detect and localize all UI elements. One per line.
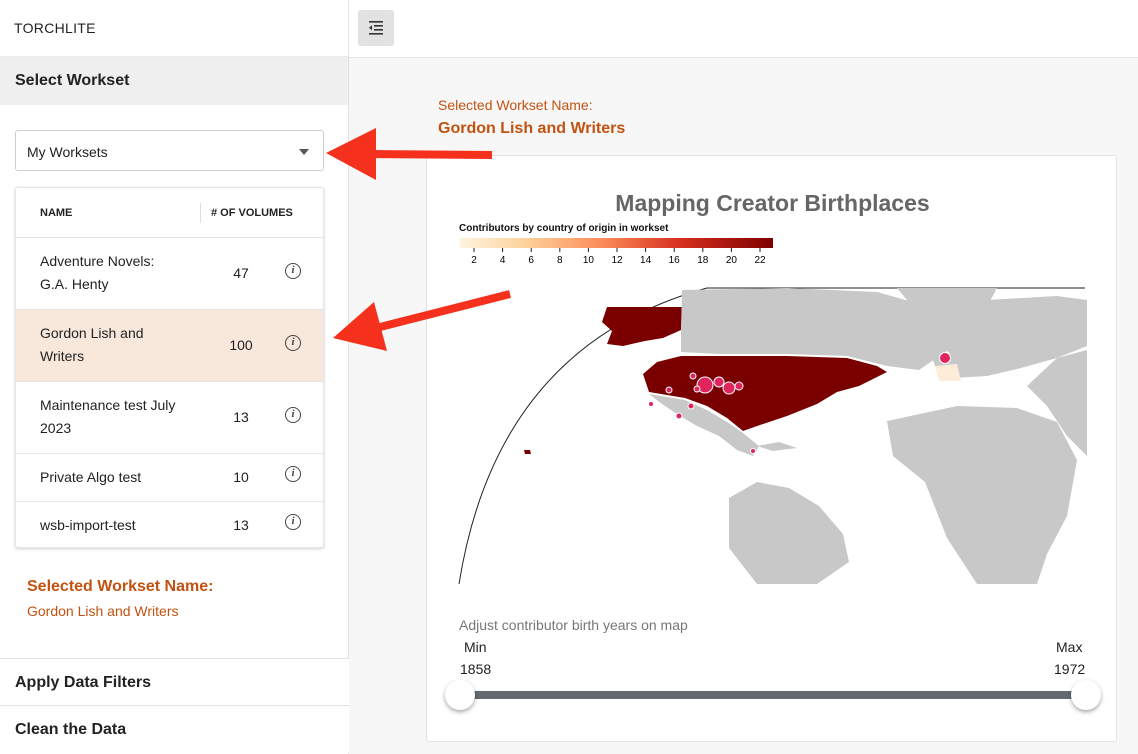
workset-name: Adventure Novels: G.A. Henty (40, 253, 155, 292)
column-header-name[interactable]: NAME (40, 207, 72, 219)
region-caribbean[interactable] (757, 442, 797, 451)
world-map-svg[interactable] (457, 286, 1087, 584)
info-icon[interactable]: i (285, 335, 301, 351)
legend-tick-label: 6 (528, 255, 534, 266)
slider-min-label: Min (464, 639, 487, 655)
main-selected-workset-label: Selected Workset Name: (438, 97, 593, 113)
selected-workset-label: Selected Workset Name: (27, 578, 214, 595)
continent-south-america[interactable] (729, 482, 849, 584)
menu-collapse-icon (369, 21, 383, 35)
top-bar (349, 0, 1138, 58)
column-header-volumes[interactable]: # OF VOLUMES (211, 207, 293, 219)
accordion-clean-the-data[interactable]: Clean the Data (0, 705, 349, 753)
slider-max-value: 1972 (1054, 661, 1086, 677)
slider-min-value: 1858 (460, 661, 492, 677)
table-header: NAME # OF VOLUMES (16, 188, 323, 238)
workset-volumes: 13 (233, 409, 249, 425)
map-title: Mapping Creator Birthplaces (615, 190, 930, 216)
info-icon[interactable]: i (285, 263, 301, 279)
country-alaska[interactable] (602, 307, 682, 346)
birthplace-marker[interactable] (675, 412, 683, 420)
sidebar: TORCHLITE Select Workset My Worksets NAM… (0, 0, 349, 754)
birthplace-marker[interactable] (687, 402, 695, 410)
select-workset-header[interactable]: Select Workset (0, 57, 348, 105)
legend-tick-label: 8 (557, 255, 563, 266)
legend-tick-label: 20 (726, 255, 738, 266)
birthplace-marker[interactable] (689, 372, 697, 380)
slider-min-thumb[interactable] (445, 680, 475, 710)
info-icon[interactable]: i (285, 514, 301, 530)
hawaii[interactable] (524, 450, 531, 454)
birthplace-marker[interactable] (939, 352, 951, 364)
legend-tick-label: 2 (471, 255, 477, 266)
selected-workset-value: Gordon Lish and Writers (27, 603, 179, 619)
birthplace-marker[interactable] (648, 401, 654, 407)
country-france[interactable] (935, 364, 961, 381)
table-row[interactable]: Adventure Novels: G.A. Henty 47 i (16, 238, 323, 310)
birth-year-slider-track[interactable] (460, 691, 1086, 699)
legend-tick-label: 10 (583, 255, 595, 266)
birthplace-marker[interactable] (750, 448, 756, 454)
workset-volumes: 13 (233, 517, 249, 533)
caret-down-icon (299, 149, 309, 155)
legend-color-scale (460, 238, 773, 248)
collapse-sidebar-button[interactable] (358, 10, 394, 46)
legend-tick-label: 14 (640, 255, 652, 266)
birthplace-marker[interactable] (665, 386, 673, 394)
legend-tick-label: 4 (500, 255, 506, 266)
workset-name: Maintenance test July 2023 (40, 397, 176, 436)
legend-title: Contributors by country of origin in wor… (459, 223, 669, 234)
slider-max-label: Max (1056, 639, 1083, 655)
workset-name: Gordon Lish and Writers (40, 325, 144, 364)
legend-tick-label: 12 (611, 255, 623, 266)
table-row[interactable]: wsb-import-test 13 i (16, 502, 323, 547)
main-selected-workset-value: Gordon Lish and Writers (438, 120, 626, 137)
map-card: Mapping Creator Birthplaces Contributors… (426, 155, 1117, 742)
info-icon[interactable]: i (285, 466, 301, 482)
workset-volumes: 47 (233, 265, 249, 281)
accordion-apply-data-filters[interactable]: Apply Data Filters (0, 658, 349, 706)
legend-tick-label: 18 (697, 255, 709, 266)
column-divider (200, 203, 201, 223)
birthplace-marker[interactable] (722, 381, 736, 395)
legend-tick-label: 22 (754, 255, 766, 266)
birthplace-marker[interactable] (713, 376, 725, 388)
legend-tick-label: 16 (669, 255, 681, 266)
workset-volumes: 10 (233, 469, 249, 485)
table-row[interactable]: Private Algo test 10 i (16, 454, 323, 502)
workset-name: Private Algo test (40, 469, 142, 485)
workset-table: NAME # OF VOLUMES Adventure Novels: G.A.… (15, 187, 324, 548)
workset-volumes: 100 (229, 337, 253, 353)
slider-max-thumb[interactable] (1071, 680, 1101, 710)
country-united-states[interactable] (643, 356, 887, 431)
birthplace-marker[interactable] (693, 385, 701, 393)
workset-dropdown[interactable]: My Worksets (15, 130, 324, 171)
table-row[interactable]: Maintenance test July 2023 13 i (16, 382, 323, 454)
workset-name: wsb-import-test (40, 517, 136, 533)
birthplace-marker[interactable] (734, 381, 744, 391)
world-map[interactable] (457, 286, 1087, 584)
workset-dropdown-value: My Worksets (27, 144, 108, 160)
slider-label: Adjust contributor birth years on map (459, 617, 688, 633)
table-row[interactable]: Gordon Lish and Writers 100 i (16, 310, 323, 382)
info-icon[interactable]: i (285, 407, 301, 423)
continent-africa[interactable] (887, 406, 1077, 584)
app-brand: TORCHLITE (0, 0, 348, 57)
legend-axis: 2 4 6 8 10 12 14 16 18 20 22 (471, 248, 766, 266)
